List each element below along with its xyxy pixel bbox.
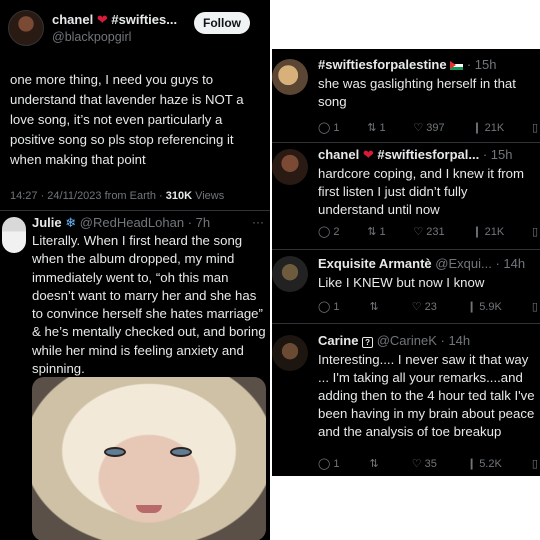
views-button[interactable]: ❙ 21K xyxy=(472,225,504,239)
author-header[interactable]: chanel ❤ #swiftiesforpal... · 15h xyxy=(318,147,512,163)
reply-icon: ◯ xyxy=(318,458,331,470)
tweet-text: hardcore coping, and I knew it from firs… xyxy=(318,166,524,217)
snowflake-icon: ❄ xyxy=(65,215,77,230)
reply-tweet[interactable]: Exquisite Armantè @Exqui... · 14h Like I… xyxy=(272,254,540,322)
reply-button[interactable]: ◯ 1 xyxy=(318,121,339,135)
author-header[interactable]: Julie ❄ @RedHeadLohan · 7h xyxy=(32,215,210,231)
tweet-text: Like I KNEW but now I know xyxy=(318,275,485,290)
action-bar: ◯ 1 ⇅ ♡ 23 ❙ 5.9K ▯ xyxy=(318,300,538,314)
like-button[interactable]: ♡ 35 xyxy=(411,457,437,471)
reply-icon: ◯ xyxy=(318,122,331,134)
repost-icon: ⇅ xyxy=(369,458,379,470)
tweet-text: Interesting.... I never saw it that way … xyxy=(318,352,535,439)
bookmark-icon: ▯ xyxy=(531,458,538,470)
photo-mouth xyxy=(136,505,162,513)
action-bar: ◯ 1 ⇅ ♡ 35 ❙ 5.2K ▯ xyxy=(318,457,538,471)
palestine-flag-icon xyxy=(450,61,464,71)
bookmark-icon: ▯ xyxy=(531,122,538,134)
heart-outline-icon: ♡ xyxy=(411,458,422,470)
action-bar: ◯ 1 ⇅ 1 ♡ 397 ❙ 21K ▯ xyxy=(318,121,538,135)
bookmark-button[interactable]: ▯ xyxy=(532,300,538,313)
tweet-age: · 7h xyxy=(187,215,211,230)
action-bar: ◯ 2 ⇅ 1 ♡ 231 ❙ 21K ▯ xyxy=(318,225,538,239)
bookmark-button[interactable]: ▯ xyxy=(532,457,538,470)
repost-button[interactable]: ⇅ xyxy=(370,300,382,313)
avatar[interactable] xyxy=(272,149,308,185)
reply-icon: ◯ xyxy=(318,226,331,238)
question-box-icon: ? xyxy=(362,337,374,348)
reply-icon: ◯ xyxy=(318,301,331,313)
attached-photo[interactable] xyxy=(32,377,266,540)
bookmark-icon: ▯ xyxy=(531,301,538,313)
divider xyxy=(272,323,540,324)
author-handle[interactable]: @blackpopgirl xyxy=(52,30,131,44)
divider xyxy=(272,249,540,250)
reply-button[interactable]: ◯ 1 xyxy=(318,300,339,314)
more-options-icon[interactable]: ··· xyxy=(252,215,264,229)
replies-panel: #swiftiesforpalestine · 15h she was gasl… xyxy=(272,49,540,476)
views-button[interactable]: ❙ 5.2K xyxy=(466,457,502,471)
like-button[interactable]: ♡ 23 xyxy=(411,300,437,314)
divider xyxy=(272,142,540,143)
tweet-text: she was gaslighting herself in that song xyxy=(318,76,516,109)
avatar[interactable] xyxy=(272,59,308,95)
author-handle: @RedHeadLohan xyxy=(79,215,185,230)
tweet-meta: 14:27 · 24/11/2023 from Earth · 310K Vie… xyxy=(10,190,224,202)
views-chart-icon: ❙ xyxy=(472,226,482,238)
repost-button[interactable]: ⇅ 1 xyxy=(367,225,385,239)
avatar[interactable] xyxy=(272,335,308,371)
quote-tweet: Julie ❄ @RedHeadLohan · 7h ··· Literally… xyxy=(0,210,270,540)
tweet-text: Literally. When I first heard the song w… xyxy=(32,233,266,377)
like-button[interactable]: ♡ 231 xyxy=(413,225,444,239)
reply-button[interactable]: ◯ 1 xyxy=(318,457,339,471)
views-count: 310K xyxy=(165,190,193,202)
follow-button[interactable]: Follow xyxy=(194,12,250,34)
reply-button[interactable]: ◯ 2 xyxy=(318,225,339,239)
heart-outline-icon: ♡ xyxy=(413,122,424,134)
repost-icon: ⇅ xyxy=(369,301,379,313)
bookmark-button[interactable]: ▯ xyxy=(532,225,538,238)
bookmark-icon: ▯ xyxy=(531,226,538,238)
views-button[interactable]: ❙ 21K xyxy=(472,121,504,135)
heart-outline-icon: ♡ xyxy=(411,301,422,313)
heart-outline-icon: ♡ xyxy=(413,226,424,238)
views-chart-icon: ❙ xyxy=(466,458,477,470)
avatar[interactable] xyxy=(8,10,44,46)
heart-icon: ❤ xyxy=(96,12,108,27)
repost-button[interactable]: ⇅ 1 xyxy=(367,121,385,135)
views-button[interactable]: ❙ 5.9K xyxy=(466,300,502,314)
repost-button[interactable]: ⇅ xyxy=(370,457,382,470)
tweet-text: one more thing, I need you guys to under… xyxy=(10,72,244,167)
reply-tweet[interactable]: Carine ? @CarineK · 14h Interesting.... … xyxy=(272,331,540,473)
heart-icon: ❤ xyxy=(362,147,374,162)
reply-tweet[interactable]: chanel ❤ #swiftiesforpal... · 15h hardco… xyxy=(272,147,540,251)
bookmark-button[interactable]: ▯ xyxy=(532,121,538,134)
repost-icon: ⇅ xyxy=(367,226,377,238)
like-button[interactable]: ♡ 397 xyxy=(413,121,444,135)
photo-eye-left xyxy=(104,447,126,457)
views-chart-icon: ❙ xyxy=(466,301,477,313)
avatar[interactable] xyxy=(2,217,26,253)
author-header[interactable]: Carine ? @CarineK · 14h xyxy=(318,333,470,348)
views-label: Views xyxy=(195,190,225,202)
views-chart-icon: ❙ xyxy=(472,122,482,134)
author-header[interactable]: #swiftiesforpalestine · 15h xyxy=(318,57,497,72)
photo-eye-right xyxy=(170,447,192,457)
reply-tweet[interactable]: #swiftiesforpalestine · 15h she was gasl… xyxy=(272,55,540,143)
repost-icon: ⇅ xyxy=(367,122,377,134)
timestamp: 14:27 · 24/11/2023 from Earth · xyxy=(10,190,163,202)
avatar[interactable] xyxy=(272,256,308,292)
author-header[interactable]: Exquisite Armantè @Exqui... · 14h xyxy=(318,256,525,271)
author-name[interactable]: chanel ❤ #swifties... xyxy=(52,12,177,28)
main-tweet: chanel ❤ #swifties... @blackpopgirl Foll… xyxy=(0,0,270,210)
